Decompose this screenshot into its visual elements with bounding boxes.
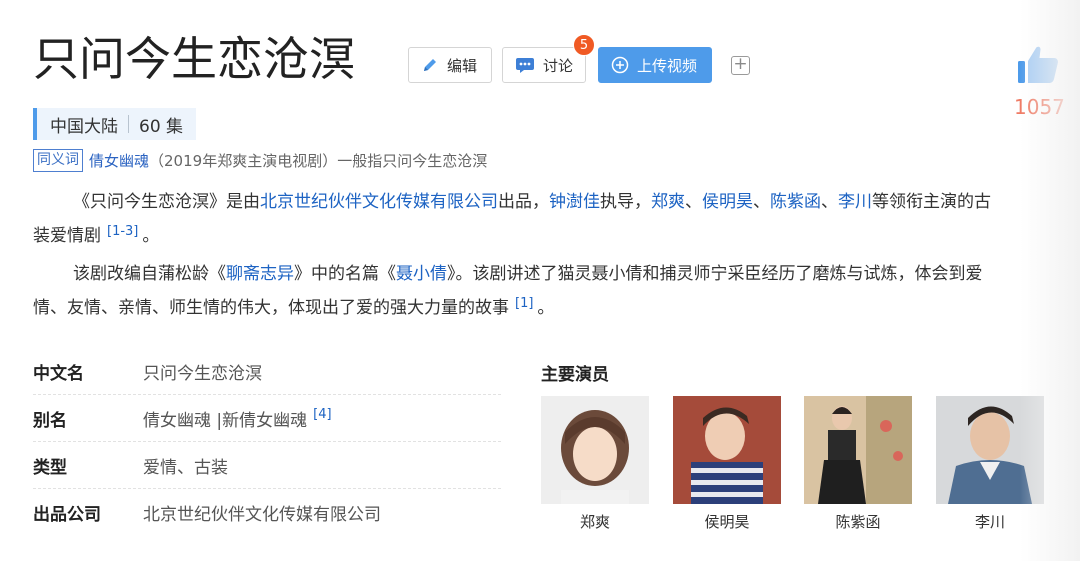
- synonym-link[interactable]: 倩女幽魂: [89, 150, 149, 171]
- intro-paragraph-2-line-1: 该剧改编自蒲松龄《聊斋志异》中的名篇《聂小倩》。该剧讲述了猫灵聂小倩和捕灵师宁采…: [73, 257, 983, 291]
- info-value: 北京世纪伙伴文化传媒有限公司: [143, 505, 381, 525]
- cast-section-title: 主要演员: [541, 365, 609, 385]
- text: 出品，: [498, 192, 549, 212]
- discuss-button-label: 讨论: [543, 56, 574, 75]
- cast-name: 李川: [974, 513, 1005, 531]
- synonym-tag[interactable]: 同义词: [33, 149, 83, 172]
- story-link[interactable]: 聂小倩: [396, 264, 447, 284]
- thumbs-up-icon[interactable]: [1016, 44, 1060, 86]
- info-row-production-company: 出品公司 北京世纪伙伴文化传媒有限公司: [33, 489, 501, 536]
- info-label: 出品公司: [33, 505, 101, 525]
- region-label: 中国大陆: [50, 116, 118, 137]
- plus-square-icon[interactable]: +: [731, 56, 750, 75]
- intro-paragraph-1-line-1: 《只问今生恋沧溟》是由北京世纪伙伴文化传媒有限公司出品，钟澍佳执导，郑爽、侯明昊…: [73, 185, 991, 219]
- info-label: 别名: [33, 410, 67, 431]
- info-label: 类型: [33, 457, 67, 478]
- plus-circle-icon: [611, 56, 629, 74]
- cast-name: 陈紫函: [835, 513, 881, 531]
- text: 、: [821, 192, 838, 212]
- reference-link[interactable]: [4]: [313, 407, 331, 422]
- actor-link-chenzihan[interactable]: 陈紫函: [770, 192, 821, 212]
- episode-count: 60 集: [139, 116, 184, 137]
- info-value: 倩女幽魂 |新倩女幽魂: [143, 410, 308, 431]
- upload-video-button[interactable]: 上传视频: [598, 47, 712, 83]
- chat-icon: [516, 58, 534, 73]
- text: 该剧改编自蒲松龄《: [73, 264, 226, 284]
- actor-link-houminghao[interactable]: 侯明昊: [702, 192, 753, 212]
- cast-name: 侯明昊: [704, 513, 750, 531]
- text: 、: [753, 192, 770, 212]
- cast-card[interactable]: 李川: [936, 396, 1044, 532]
- book-link[interactable]: 聊斋志异: [226, 264, 294, 284]
- text: 》中的名篇《: [294, 264, 396, 284]
- intro-paragraph-1-line-2: 装爱情剧 [1-3] 。: [33, 219, 159, 253]
- reference-link[interactable]: [1-3]: [107, 224, 138, 239]
- intro-paragraph-2-line-2: 情、友情、亲情、师生情的伟大，体现出了爱的强大力量的故事 [1] 。: [33, 291, 554, 325]
- cast-card[interactable]: 郑爽: [541, 396, 649, 532]
- edit-button-label: 编辑: [447, 56, 478, 75]
- meta-bar: 中国大陆 60 集: [33, 108, 197, 140]
- synonym-description: （2019年郑爽主演电视剧）一般指只问今生恋沧溟: [149, 152, 488, 170]
- info-row-genre: 类型 爱情、古装: [33, 442, 501, 489]
- meta-divider: [128, 115, 129, 133]
- text: 》。该剧讲述了猫灵聂小倩和捕灵师宁采臣经历了磨炼与试炼，体会到爱: [447, 264, 983, 284]
- cast-name: 郑爽: [579, 513, 610, 531]
- text: 装爱情剧: [33, 226, 101, 246]
- actor-link-zhengshuang[interactable]: 郑爽: [651, 192, 685, 212]
- cast-photo: [936, 396, 1044, 504]
- text: 、: [685, 192, 702, 212]
- actor-link-lichuan[interactable]: 李川: [838, 192, 872, 212]
- edit-button[interactable]: 编辑: [408, 47, 492, 83]
- upload-video-label: 上传视频: [637, 56, 698, 75]
- text: 。: [142, 226, 160, 246]
- info-row-chinese-name: 中文名 只问今生恋沧溟: [33, 348, 501, 395]
- director-link[interactable]: 钟澍佳: [549, 192, 600, 212]
- cast-photo: [804, 396, 912, 504]
- cast-photo: [673, 396, 781, 504]
- text: 《只问今生恋沧溟》是由: [73, 192, 260, 212]
- page-title: 只问今生恋沧溟: [33, 32, 355, 86]
- cast-card[interactable]: 侯明昊: [673, 396, 781, 532]
- reference-link[interactable]: [1]: [515, 296, 533, 311]
- discuss-button[interactable]: 讨论: [502, 47, 586, 83]
- text: 执导，: [600, 192, 651, 212]
- synonym-row: 同义词 倩女幽魂 （2019年郑爽主演电视剧）一般指只问今生恋沧溟: [33, 149, 487, 172]
- cast-photo: [541, 396, 649, 504]
- text: 情、友情、亲情、师生情的伟大，体现出了爱的强大力量的故事: [33, 298, 509, 318]
- like-count: 1057: [1014, 95, 1065, 119]
- info-value: 只问今生恋沧溟: [143, 363, 262, 384]
- text: 等领衔主演的古: [872, 192, 991, 212]
- pencil-icon: [424, 59, 436, 71]
- text: 。: [537, 298, 555, 318]
- info-value: 爱情、古装: [143, 457, 228, 478]
- cast-card[interactable]: 陈紫函: [804, 396, 912, 532]
- company-link[interactable]: 北京世纪伙伴文化传媒有限公司: [260, 192, 498, 212]
- info-row-alias: 别名 倩女幽魂 |新倩女幽魂 [4]: [33, 395, 501, 442]
- discuss-count-badge: 5: [573, 34, 595, 56]
- info-label: 中文名: [33, 363, 84, 384]
